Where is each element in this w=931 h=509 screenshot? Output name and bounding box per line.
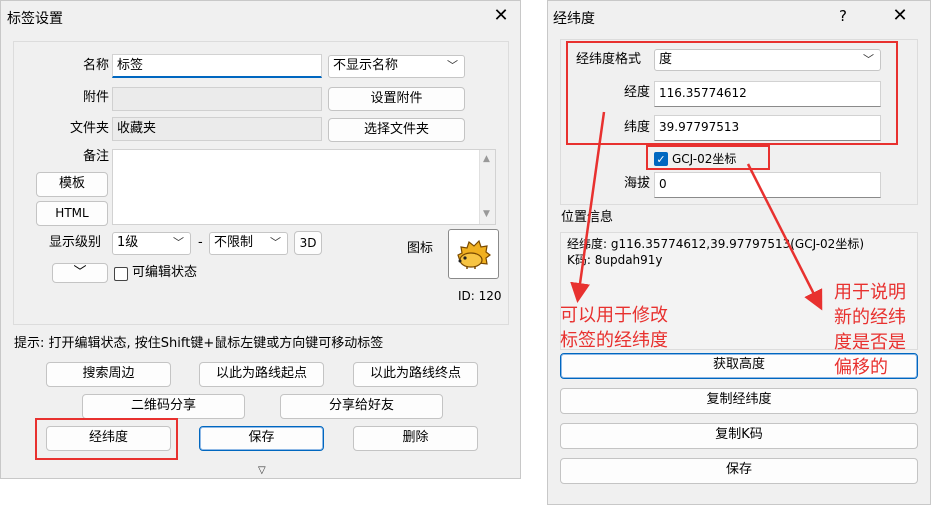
note-line: 用于说明 [834,282,906,303]
note-line: 度是否是 [834,332,906,353]
note-line: 标签的经纬度 [560,330,668,351]
annotation-note-latlng: 可以用于修改 标签的经纬度 [560,303,668,353]
annotation-arrows [570,111,823,311]
arrow-to-gcj-note [746,163,823,311]
note-line: 偏移的 [834,357,888,378]
annotation-note-gcj: 用于说明 新的经纬 度是否是 偏移的 [834,280,906,380]
note-line: 新的经纬 [834,307,906,328]
note-line: 可以用于修改 [560,305,668,326]
arrow-to-latlng-note [570,111,606,303]
